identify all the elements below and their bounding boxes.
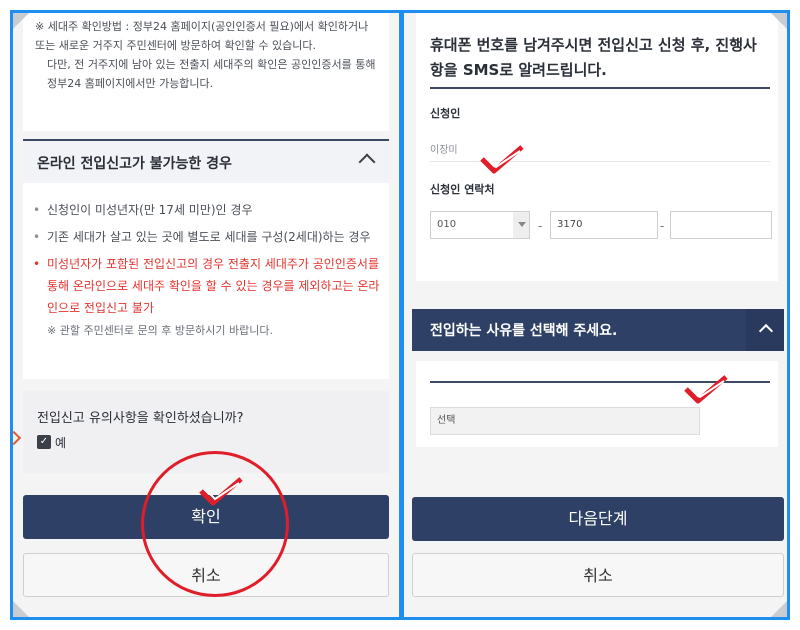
phone-dash: - xyxy=(660,219,665,233)
right-panel: 휴대폰 번호를 남겨주시면 전입신고 신청 후, 진행사항을 SMS로 알려드립… xyxy=(401,10,790,620)
notice-sub: 다만, 전 거주지에 남아 있는 전출지 세대주의 확인은 공인인증서를 통해 … xyxy=(47,58,376,90)
chevron-up-icon[interactable] xyxy=(358,153,376,171)
frame-corner xyxy=(13,13,29,29)
phone-middle-input[interactable]: 3170 xyxy=(550,211,658,239)
condition-list: 신청인이 미성년자(만 17세 미만)인 경우 기존 세대가 살고 있는 곳에 … xyxy=(33,199,389,338)
accordion-toggle[interactable] xyxy=(746,309,784,351)
condition-note: ※ 관할 주민센터로 문의 후 방문하시기 바랍니다. xyxy=(47,324,273,337)
applicant-label: 신청인 xyxy=(430,107,461,120)
accordion-move-reason[interactable]: 전입하는 사유를 선택해 주세요. xyxy=(412,309,784,351)
left-panel: ※ 세대주 확인방법 : 정부24 홈페이지(공인인증서 필요)에서 확인하거나… xyxy=(10,10,402,620)
frame-corner xyxy=(13,601,29,617)
list-item: 기존 세대가 살고 있는 곳에 별도로 세대를 구성(2세대)하는 경우 xyxy=(33,226,389,248)
next-step-button[interactable]: 다음단계 xyxy=(412,497,784,541)
divider xyxy=(430,87,770,89)
householder-notice: ※ 세대주 확인방법 : 정부24 홈페이지(공인인증서 필요)에서 확인하거나… xyxy=(35,17,379,93)
phone-prefix-select[interactable]: 010 xyxy=(430,211,530,239)
accordion-title: 전입하는 사유를 선택해 주세요. xyxy=(430,323,618,339)
screenshot-frame: ※ 세대주 확인방법 : 정부24 홈페이지(공인인증서 필요)에서 확인하거나… xyxy=(0,0,800,630)
phone-last-input[interactable] xyxy=(670,211,772,239)
frame-corner xyxy=(771,13,787,29)
confirm-option-label[interactable]: 예 xyxy=(55,434,66,451)
list-item: 신청인이 미성년자(만 17세 미만)인 경우 xyxy=(33,199,389,221)
accordion-title: 온라인 전입신고가 불가능한 경우 xyxy=(37,156,232,172)
chevron-down-icon[interactable] xyxy=(513,212,529,238)
cancel-button[interactable]: 취소 xyxy=(412,553,784,597)
notice-line: ※ 세대주 확인방법 : 정부24 홈페이지(공인인증서 필요)에서 확인하거나… xyxy=(35,20,369,52)
annotation-circle xyxy=(141,451,289,597)
list-item: 미성년자가 포함된 전입신고의 경우 전출지 세대주가 공인인증서를 통해 온라… xyxy=(33,253,389,319)
contact-card: 휴대폰 번호를 남겨주시면 전입신고 신청 후, 진행사항을 SMS로 알려드립… xyxy=(416,13,778,281)
confirm-checkbox[interactable]: ✓ xyxy=(37,435,51,449)
chevron-right-icon xyxy=(13,430,22,446)
reason-select[interactable]: 선택 xyxy=(430,407,700,435)
phone-dash: - xyxy=(538,219,543,233)
confirm-question: 전입신고 유의사항을 확인하셨습니까? xyxy=(37,411,244,426)
accordion-online-unavailable[interactable]: 온라인 전입신고가 불가능한 경우 xyxy=(23,139,389,183)
applicant-name: 이장미 xyxy=(430,145,458,156)
frame-corner xyxy=(771,601,787,617)
chevron-up-icon[interactable] xyxy=(758,323,774,339)
contact-label: 신청인 연락처 xyxy=(430,183,495,196)
phone-prefix-value: 010 xyxy=(437,219,457,230)
sms-message: 휴대폰 번호를 남겨주시면 전입신고 신청 후, 진행사항을 SMS로 알려드립… xyxy=(430,36,757,79)
